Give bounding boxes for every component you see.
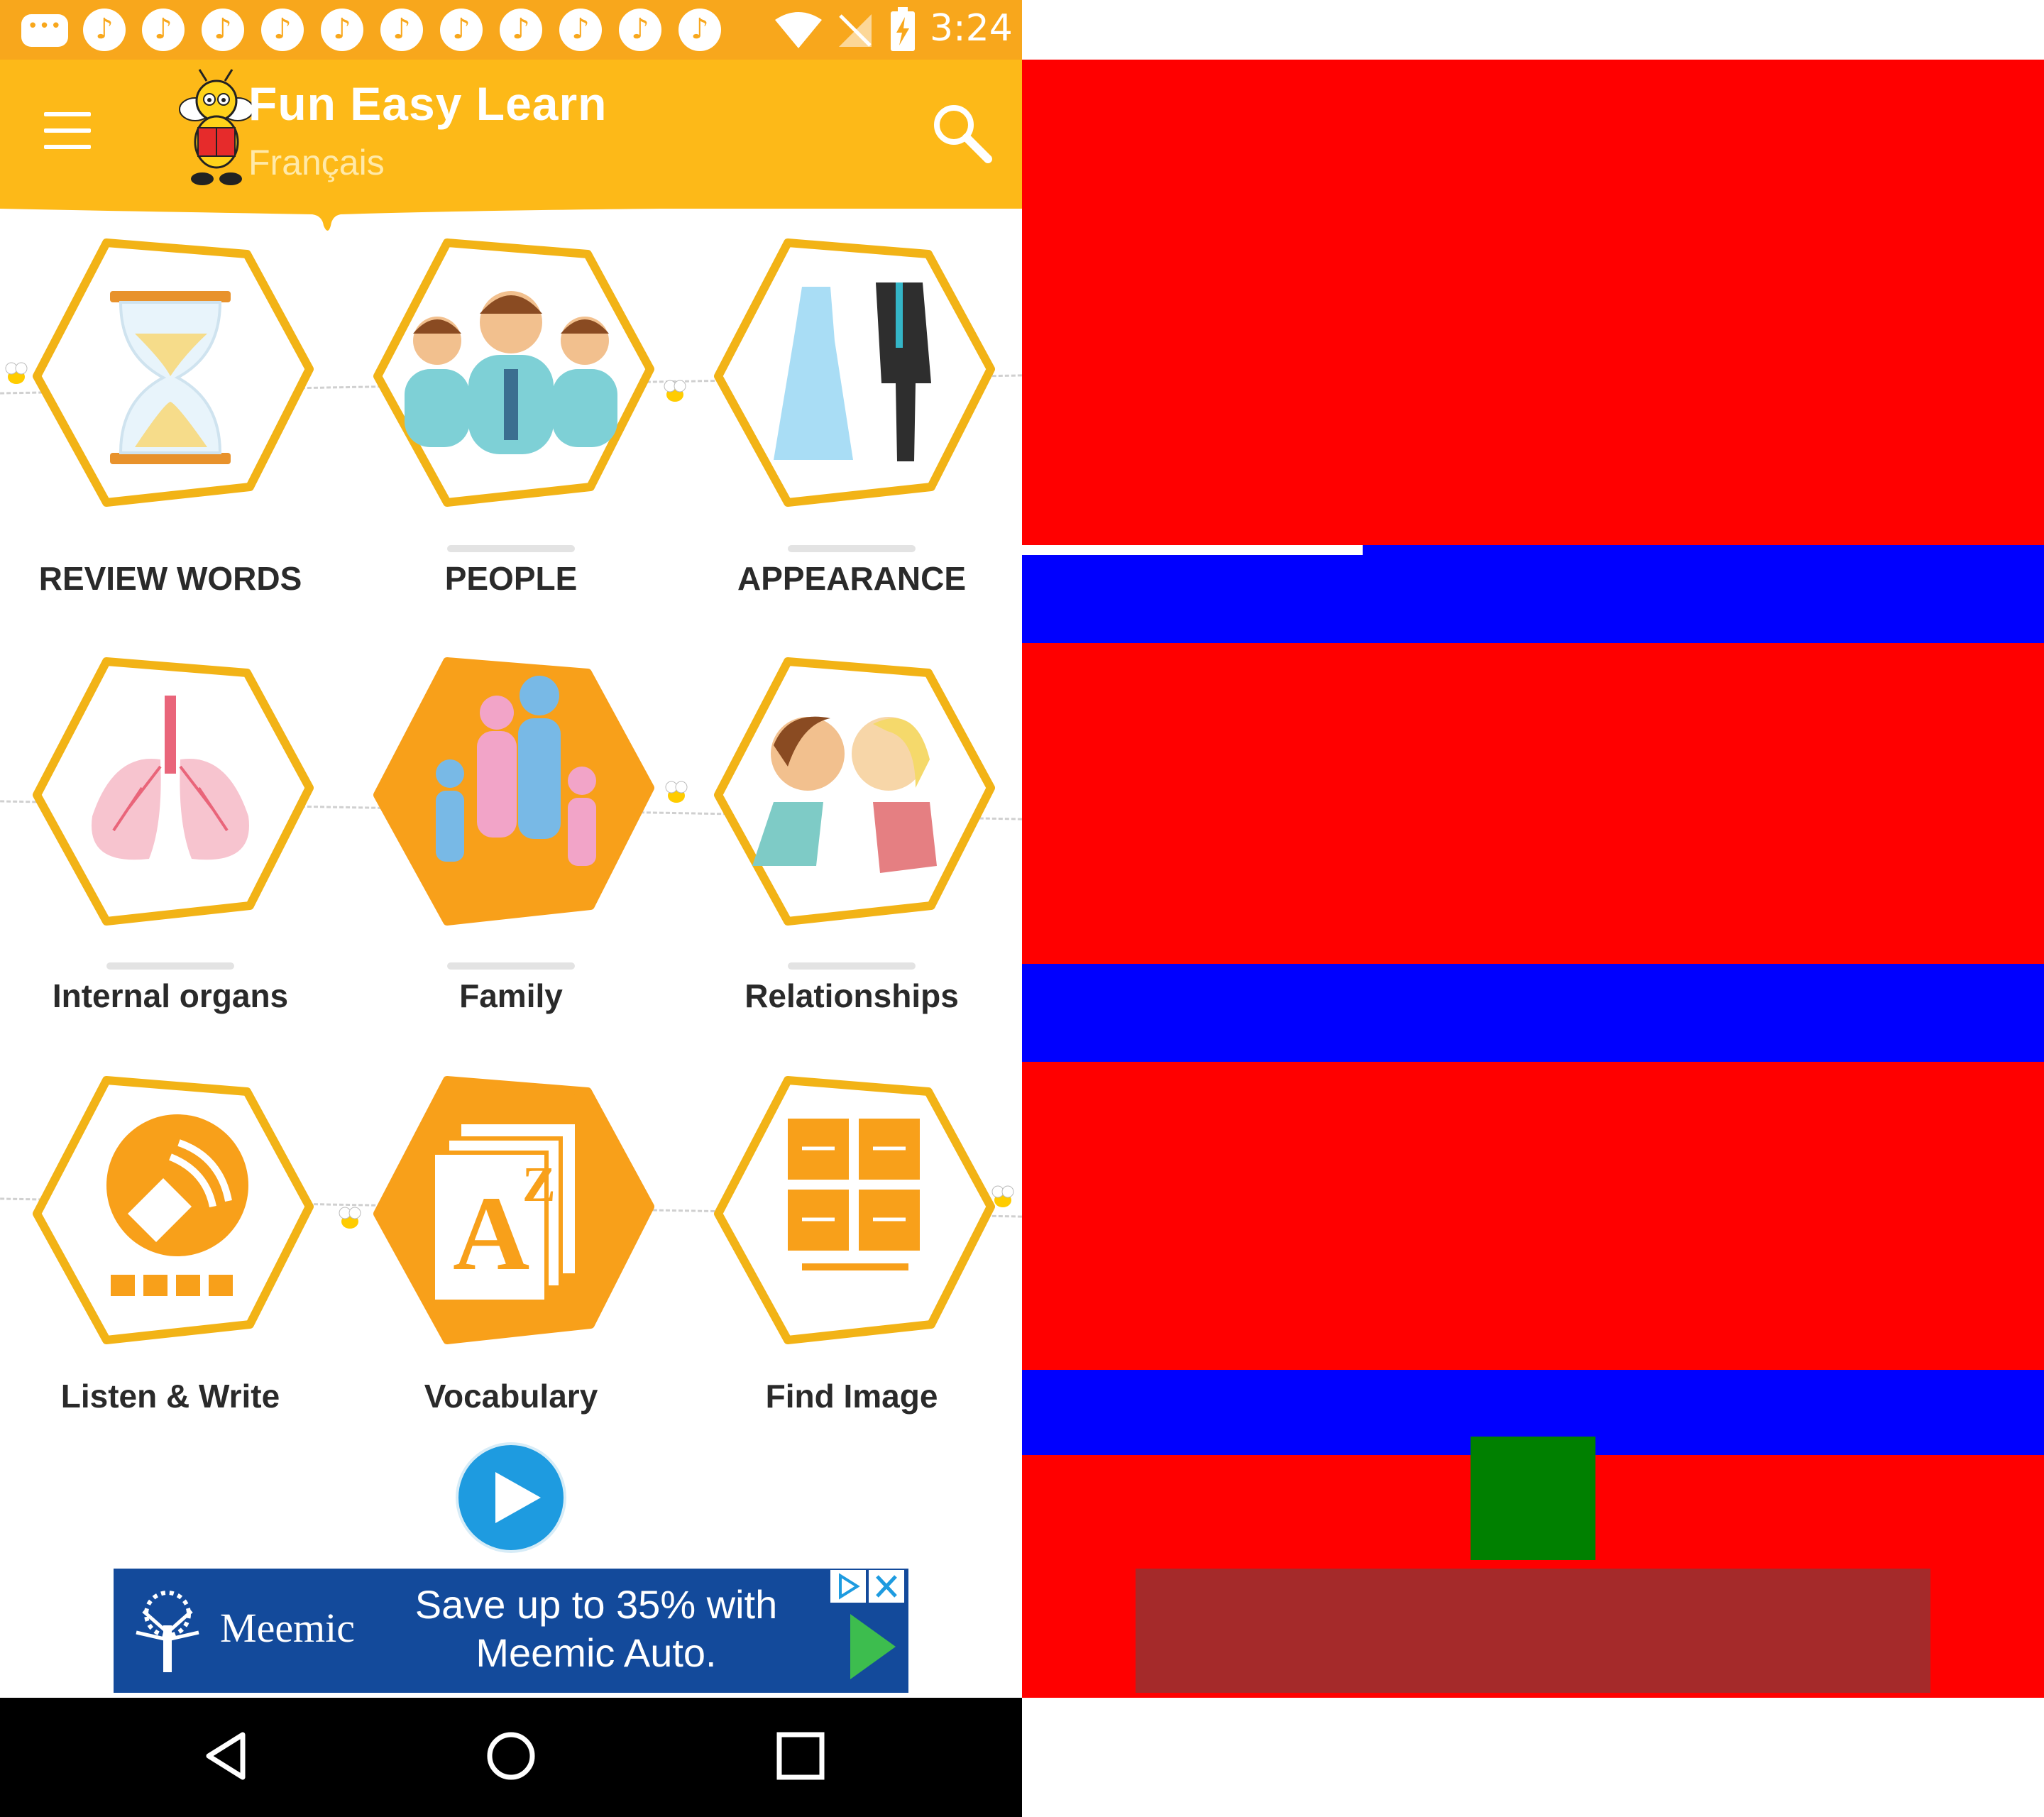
honey-drip-decoration <box>0 192 1022 231</box>
music-note-icon <box>261 9 304 51</box>
hexagon-tile-frame <box>714 1076 995 1344</box>
ad-brand: Meemic <box>220 1605 356 1651</box>
music-note-icon <box>142 9 185 51</box>
tile-progress-bar <box>447 545 575 552</box>
battery-charging-icon <box>891 7 915 51</box>
hexagon-tile-frame <box>373 238 654 507</box>
music-note-icon <box>500 9 542 51</box>
no-signal-icon <box>839 14 872 47</box>
back-triangle-icon[interactable] <box>199 1728 256 1784</box>
hexagon-tile-frame <box>714 657 995 926</box>
ad-headline-line1: Save up to 35% with <box>414 1582 778 1627</box>
tree-logo-icon <box>136 1591 199 1672</box>
mask-region-red <box>1022 643 2044 964</box>
music-note-icon <box>202 9 244 51</box>
hexagon-tile-frame <box>33 1076 314 1344</box>
mask-region-green <box>1471 1437 1595 1560</box>
hexagon-tile-frame: A Z <box>373 1076 654 1344</box>
magnifier-icon[interactable] <box>930 101 994 165</box>
bee-reading-book-icon <box>179 69 254 185</box>
wifi-icon <box>775 12 822 48</box>
mask-region-red <box>1022 1062 2044 1370</box>
mask-region-blue <box>1022 964 2044 1062</box>
play-button[interactable] <box>454 1441 568 1554</box>
mask-region-blue <box>1022 555 1363 643</box>
hexagon-tile-frame <box>373 657 654 926</box>
hamburger-menu-icon[interactable] <box>44 112 91 149</box>
mask-region-brown <box>1136 1569 1930 1693</box>
az-dictionary-icon: A Z <box>431 1124 575 1304</box>
app-title: Fun Easy Learn <box>248 77 608 130</box>
tile-label: Find Image <box>765 1378 938 1415</box>
mask-region-blue <box>1363 545 2044 643</box>
small-bee-icon <box>664 380 686 402</box>
hexagon-tile-frame <box>714 238 995 507</box>
tile-progress-bar <box>788 545 916 552</box>
tile-label: Family <box>459 977 563 1014</box>
recents-square-icon[interactable] <box>774 1729 828 1783</box>
ad-close-icon[interactable] <box>869 1570 904 1603</box>
music-note-icon <box>321 9 363 51</box>
mask-region-red <box>1022 60 2044 545</box>
chat-notification-icon <box>21 14 68 47</box>
tile-progress-bar <box>788 962 916 970</box>
music-note-icon <box>678 9 721 51</box>
svg-text:Z: Z <box>522 1158 556 1212</box>
ad-banner[interactable]: Meemic Save up to 35% with Meemic Auto. <box>114 1569 908 1693</box>
music-note-icon <box>559 9 602 51</box>
ad-choices-icon[interactable] <box>830 1570 866 1603</box>
status-clock: 3:24 <box>930 7 1013 50</box>
tile-label: Listen & Write <box>60 1378 280 1415</box>
tile-progress-bar <box>447 962 575 970</box>
green-arrow-icon <box>850 1614 896 1679</box>
ad-headline-line2: Meemic Auto. <box>476 1630 717 1675</box>
svg-text:A: A <box>453 1175 529 1292</box>
app-subtitle-language[interactable]: Français <box>248 142 385 183</box>
music-note-icon <box>380 9 423 51</box>
tile-label: Vocabulary <box>424 1378 598 1415</box>
element-mask-panel <box>1022 0 2044 1817</box>
system-nav-bar <box>0 1698 1022 1817</box>
music-note-icon <box>83 9 126 51</box>
phone-screen: 3:24 Fun Easy Learn Français <box>0 0 1022 1817</box>
tile-label: APPEARANCE <box>737 560 967 597</box>
hexagon-tile-frame <box>33 238 314 507</box>
tile-label: Internal organs <box>52 977 289 1014</box>
status-bar: 3:24 <box>0 0 1022 60</box>
hexagon-tile-frame <box>33 657 314 926</box>
tile-label: Relationships <box>744 977 959 1014</box>
tile-label: PEOPLE <box>444 560 578 597</box>
small-bee-icon <box>665 781 688 803</box>
home-circle-icon[interactable] <box>483 1728 539 1784</box>
tile-progress-bar <box>106 962 234 970</box>
tile-label: REVIEW WORDS <box>38 560 302 597</box>
music-note-icon <box>440 9 483 51</box>
music-note-icon <box>619 9 661 51</box>
